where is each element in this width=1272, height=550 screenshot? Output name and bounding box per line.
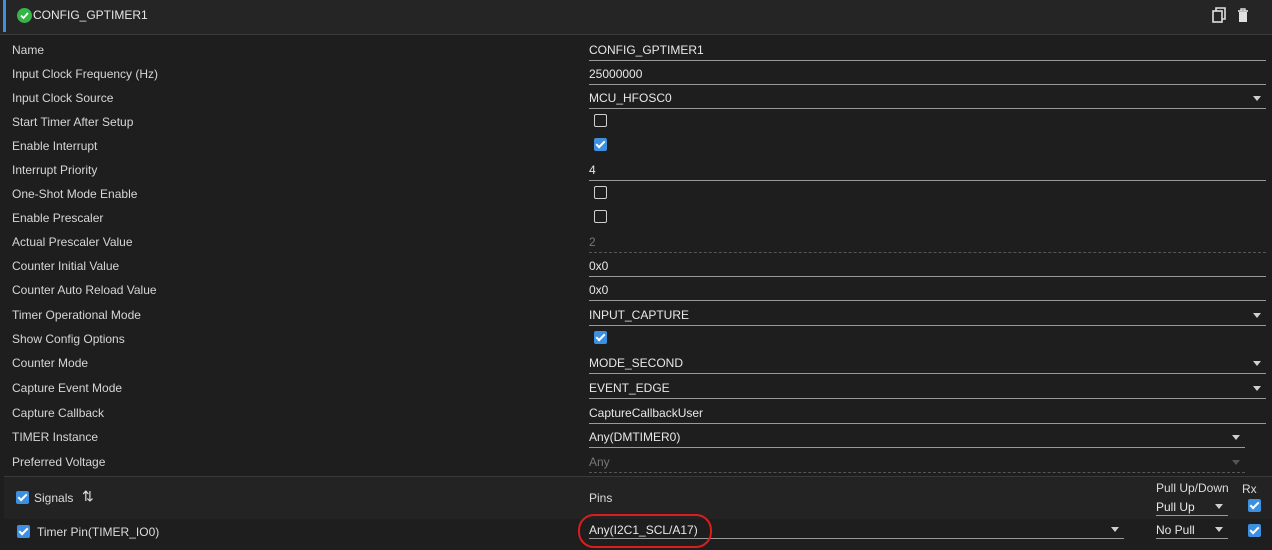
row-name: Name CONFIG_GPTIMER1 bbox=[0, 38, 1272, 62]
row-clock-freq: Input Clock Frequency (Hz) 25000000 bbox=[0, 62, 1272, 86]
signal-name: Timer Pin(TIMER_IO0) bbox=[37, 525, 160, 539]
interrupt-priority-label: Interrupt Priority bbox=[12, 163, 98, 177]
chevron-down-icon bbox=[1215, 504, 1223, 509]
capture-event-label: Capture Event Mode bbox=[12, 381, 123, 395]
chevron-down-icon bbox=[1215, 527, 1223, 532]
delete-icon[interactable] bbox=[1235, 6, 1253, 26]
row-timer-instance: TIMER Instance Any(DMTIMER0) bbox=[0, 425, 1272, 449]
one-shot-label: One-Shot Mode Enable bbox=[12, 187, 138, 201]
row-enable-prescaler: Enable Prescaler bbox=[0, 206, 1272, 230]
signals-label: Signals bbox=[34, 491, 74, 505]
pins-header: Pins bbox=[589, 491, 613, 505]
row-counter-reload: Counter Auto Reload Value 0x0 bbox=[0, 278, 1272, 302]
row-preferred-voltage: Preferred Voltage Any bbox=[0, 450, 1272, 474]
capture-callback-input[interactable]: CaptureCallbackUser bbox=[589, 403, 1266, 424]
row-op-mode: Timer Operational Mode INPUT_CAPTURE bbox=[0, 303, 1272, 327]
name-input[interactable]: CONFIG_GPTIMER1 bbox=[589, 40, 1266, 61]
counter-mode-select[interactable]: MODE_SECOND bbox=[589, 353, 1266, 374]
show-config-label: Show Config Options bbox=[12, 332, 125, 346]
signals-select-all-checkbox[interactable] bbox=[16, 491, 29, 504]
preferred-voltage-label: Preferred Voltage bbox=[12, 455, 106, 469]
clock-freq-input[interactable]: 25000000 bbox=[589, 64, 1266, 85]
chevron-down-icon bbox=[1232, 435, 1240, 440]
clock-freq-label: Input Clock Frequency (Hz) bbox=[12, 67, 159, 81]
row-actual-prescaler: Actual Prescaler Value 2 bbox=[0, 230, 1272, 254]
row-start-timer: Start Timer After Setup bbox=[0, 110, 1272, 134]
row-one-shot: One-Shot Mode Enable bbox=[0, 182, 1272, 206]
interrupt-priority-input[interactable]: 4 bbox=[589, 160, 1266, 181]
enable-interrupt-label: Enable Interrupt bbox=[12, 139, 98, 153]
row-capture-callback: Capture Callback CaptureCallbackUser bbox=[0, 401, 1272, 425]
row-show-config: Show Config Options bbox=[0, 327, 1272, 351]
config-title: CONFIG_GPTIMER1 bbox=[33, 8, 148, 22]
pull-all-select[interactable]: Pull Up bbox=[1156, 497, 1228, 516]
copy-icon[interactable] bbox=[1211, 6, 1229, 26]
counter-reload-label: Counter Auto Reload Value bbox=[12, 283, 157, 297]
op-mode-label: Timer Operational Mode bbox=[12, 308, 141, 322]
enable-prescaler-label: Enable Prescaler bbox=[12, 211, 104, 225]
row-enable-interrupt: Enable Interrupt bbox=[0, 134, 1272, 158]
chevron-down-icon bbox=[1253, 96, 1261, 101]
rx-all-checkbox[interactable] bbox=[1248, 499, 1261, 512]
pull-select[interactable]: No Pull bbox=[1156, 520, 1228, 539]
pull-header: Pull Up/Down bbox=[1156, 481, 1229, 495]
enable-prescaler-checkbox[interactable] bbox=[594, 210, 607, 223]
counter-reload-input[interactable]: 0x0 bbox=[589, 280, 1266, 301]
actual-prescaler-value: 2 bbox=[589, 232, 1266, 253]
counter-initial-input[interactable]: 0x0 bbox=[589, 256, 1266, 277]
counter-initial-label: Counter Initial Value bbox=[12, 259, 120, 273]
chevron-down-icon bbox=[1232, 460, 1240, 465]
config-header: CONFIG_GPTIMER1 bbox=[0, 0, 1272, 35]
check-circle-icon bbox=[17, 8, 32, 23]
preferred-voltage-select: Any bbox=[589, 452, 1245, 473]
highlight-annotation bbox=[578, 514, 712, 548]
rx-checkbox[interactable] bbox=[1248, 524, 1261, 537]
start-timer-label: Start Timer After Setup bbox=[12, 115, 134, 129]
row-clock-source: Input Clock Source MCU_HFOSC0 bbox=[0, 86, 1272, 110]
chevron-down-icon bbox=[1253, 361, 1261, 366]
timer-instance-label: TIMER Instance bbox=[12, 430, 99, 444]
row-capture-event: Capture Event Mode EVENT_EDGE bbox=[0, 376, 1272, 400]
actual-prescaler-label: Actual Prescaler Value bbox=[12, 235, 133, 249]
row-interrupt-priority: Interrupt Priority 4 bbox=[0, 158, 1272, 182]
clock-source-label: Input Clock Source bbox=[12, 91, 114, 105]
counter-mode-label: Counter Mode bbox=[12, 356, 89, 370]
name-label: Name bbox=[12, 43, 45, 57]
rx-header: Rx bbox=[1242, 482, 1257, 496]
sort-icon[interactable]: ⇅ bbox=[82, 488, 94, 505]
row-counter-mode: Counter Mode MODE_SECOND bbox=[0, 351, 1272, 375]
op-mode-select[interactable]: INPUT_CAPTURE bbox=[589, 305, 1266, 326]
chevron-down-icon bbox=[1253, 386, 1261, 391]
enable-interrupt-checkbox[interactable] bbox=[594, 138, 607, 151]
timer-instance-select[interactable]: Any(DMTIMER0) bbox=[589, 427, 1245, 448]
row-counter-initial: Counter Initial Value 0x0 bbox=[0, 254, 1272, 278]
accent-bar bbox=[3, 0, 6, 32]
capture-callback-label: Capture Callback bbox=[12, 406, 105, 420]
clock-source-select[interactable]: MCU_HFOSC0 bbox=[589, 88, 1266, 109]
chevron-down-icon bbox=[1253, 313, 1261, 318]
signal-enable-checkbox[interactable] bbox=[17, 525, 30, 538]
show-config-checkbox[interactable] bbox=[594, 331, 607, 344]
chevron-down-icon bbox=[1111, 527, 1119, 532]
start-timer-checkbox[interactable] bbox=[594, 114, 607, 127]
capture-event-select[interactable]: EVENT_EDGE bbox=[589, 378, 1266, 399]
one-shot-checkbox[interactable] bbox=[594, 186, 607, 199]
